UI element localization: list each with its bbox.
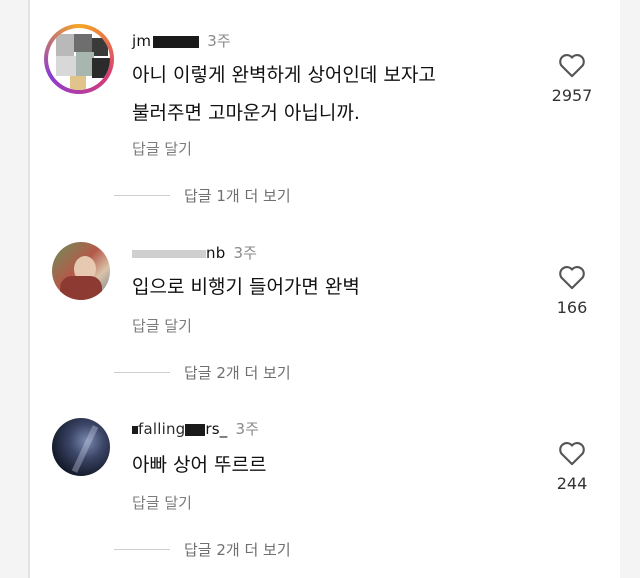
view-more-replies-button[interactable]: 답글 1개 더 보기 (114, 185, 291, 206)
comment-text-line-1: 입으로 비행기 들어가면 완벽 (132, 276, 360, 298)
avatar-milky-way (71, 425, 99, 473)
avatar[interactable] (52, 242, 110, 300)
comment-time: 3주 (233, 244, 258, 262)
avatar[interactable] (44, 24, 114, 94)
comment-username[interactable]: nb 3주 (132, 242, 257, 263)
avatar-image (48, 28, 110, 90)
username-text-prefix: falling (138, 420, 186, 438)
replies-divider-line (114, 372, 170, 373)
avatar[interactable] (52, 418, 110, 476)
view-more-replies-label: 답글 1개 더 보기 (184, 187, 291, 205)
username-redaction (132, 249, 206, 258)
like-count: 2957 (551, 86, 593, 105)
username-text: rs_ (205, 420, 228, 438)
replies-divider-line (114, 195, 170, 196)
comment-text-line-2: 불러주면 고마운거 아닙니까. (132, 102, 360, 124)
like-button[interactable]: 2957 (546, 52, 598, 105)
reply-button[interactable]: 답글 달기 (132, 315, 192, 336)
username-text: jm (132, 32, 152, 50)
view-more-replies-label: 답글 2개 더 보기 (184, 364, 291, 382)
like-count: 166 (556, 298, 588, 317)
comment-username[interactable]: falling rs_ 3주 (132, 418, 259, 439)
username-redaction (153, 35, 200, 48)
reply-button[interactable]: 답글 달기 (132, 138, 192, 159)
view-more-replies-label: 답글 2개 더 보기 (184, 541, 291, 559)
heart-icon (559, 442, 585, 466)
avatar-shirt (60, 276, 102, 300)
heart-icon (559, 54, 585, 78)
comment-text-line-1: 아빠 상어 뚜르르 (132, 454, 267, 476)
username-redaction (185, 423, 206, 436)
like-button[interactable]: 166 (546, 264, 598, 317)
heart-icon (559, 266, 585, 290)
comment-time: 3주 (235, 420, 260, 438)
like-button[interactable]: 244 (546, 440, 598, 493)
panel-border (28, 0, 30, 578)
comments-panel: jm 3주 아니 이렇게 완벽하게 상어인데 보자고 불러주면 고마운거 아닙니까… (28, 0, 620, 578)
reply-button[interactable]: 답글 달기 (132, 492, 192, 513)
replies-divider-line (114, 549, 170, 550)
view-more-replies-button[interactable]: 답글 2개 더 보기 (114, 539, 291, 560)
username-text: nb (206, 244, 226, 262)
like-count: 244 (556, 474, 588, 493)
view-more-replies-button[interactable]: 답글 2개 더 보기 (114, 362, 291, 383)
comment-time: 3주 (207, 32, 231, 50)
comment-username[interactable]: jm 3주 (132, 30, 231, 51)
comment-text-line-1: 아니 이렇게 완벽하게 상어인데 보자고 (132, 64, 436, 86)
